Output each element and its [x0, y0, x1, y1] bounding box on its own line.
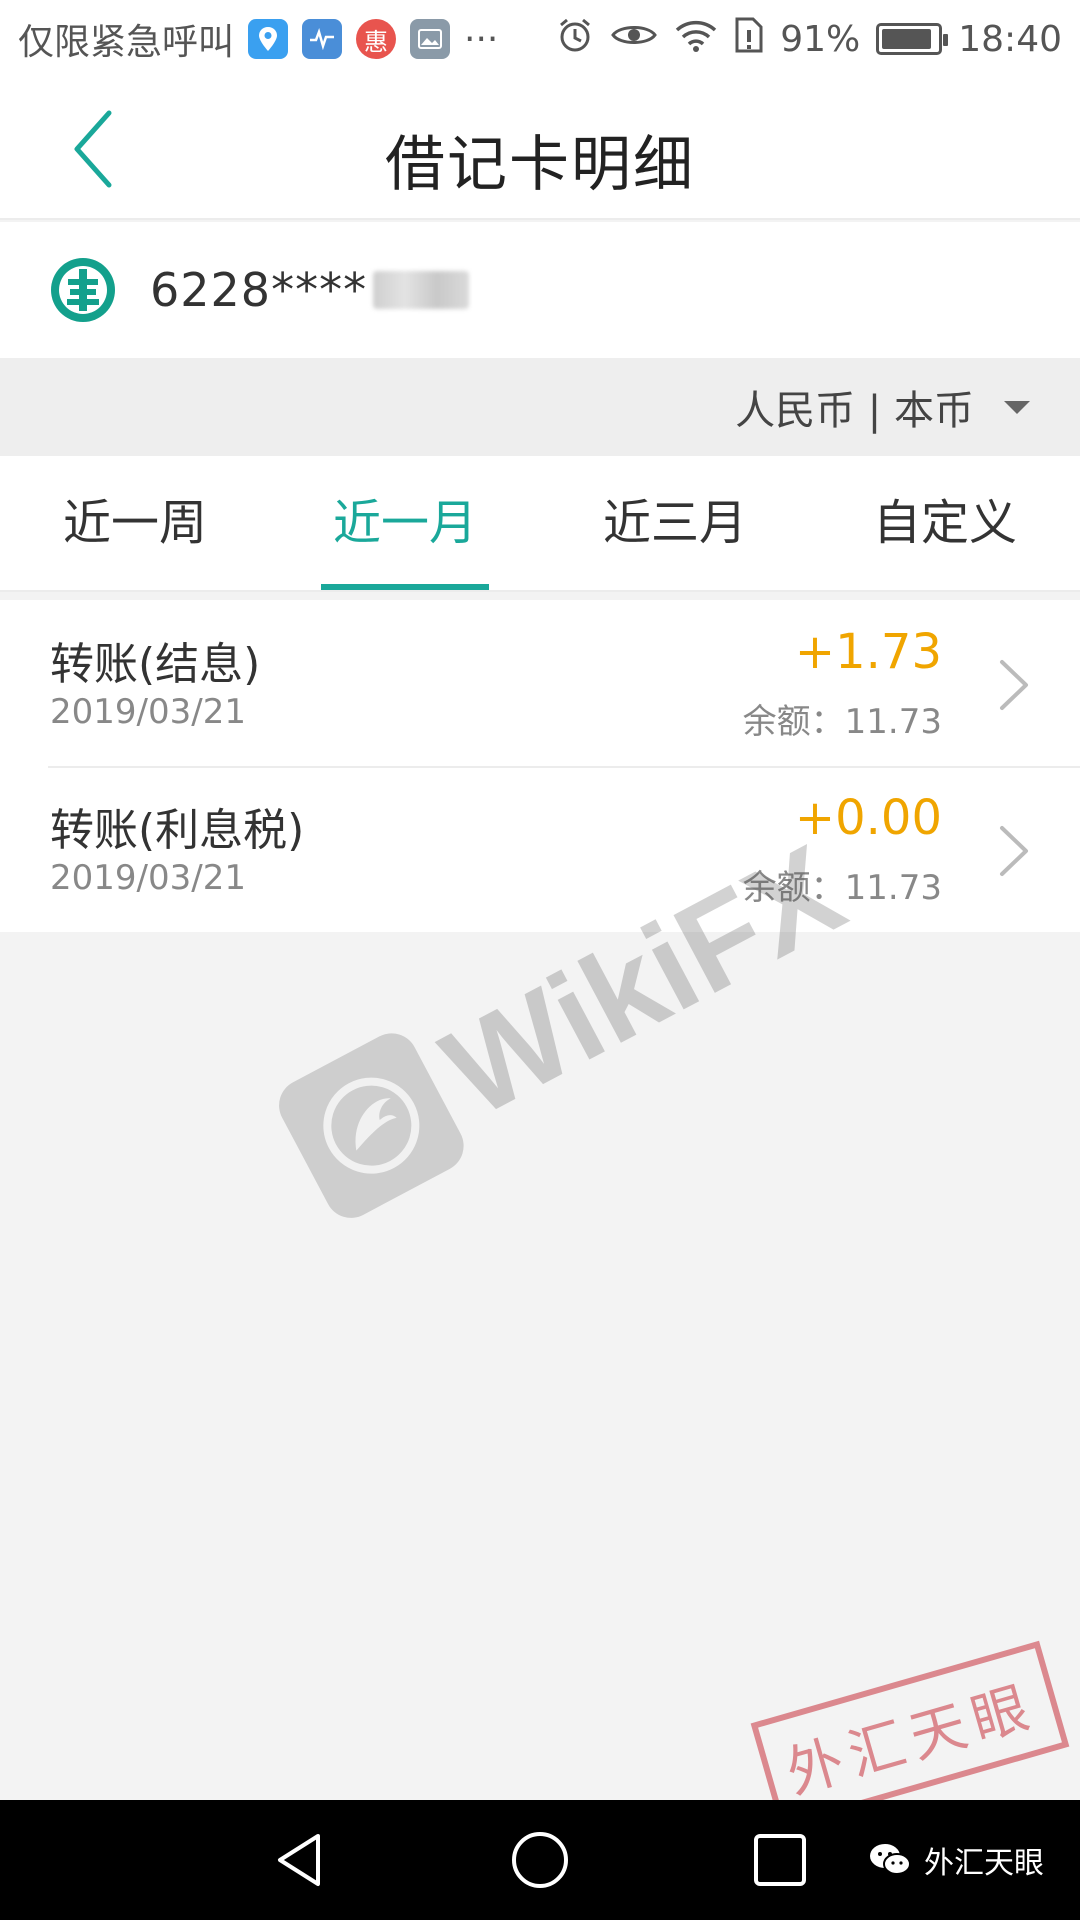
credit-text: 外汇天眼	[924, 1846, 1044, 1881]
page-title: 借记卡明细	[385, 130, 695, 200]
more-notifications-icon: ···	[464, 18, 499, 60]
system-nav-bar: 外汇天眼	[0, 1800, 1080, 1920]
alarm-icon	[556, 16, 594, 63]
currency-selector[interactable]: 人民币 | 本币	[0, 358, 1080, 456]
transaction-row[interactable]: 转账(利息税) 2019/03/21 +0.00 余额：11.73	[0, 766, 1080, 932]
account-selector[interactable]: 6228****	[0, 222, 1080, 358]
transaction-amount: +0.00	[794, 790, 942, 846]
chevron-right-icon	[1000, 660, 1028, 710]
battery-percent: 91%	[780, 18, 861, 60]
eagle-logo-icon	[269, 1024, 473, 1228]
transaction-amount: +1.73	[794, 624, 942, 680]
caret-down-icon	[1004, 400, 1030, 414]
currency-label: 人民币 | 本币	[735, 388, 974, 434]
transaction-date: 2019/03/21	[50, 692, 246, 732]
app-header: 借记卡明细	[0, 78, 1080, 220]
transaction-name: 转账(结息)	[50, 639, 261, 690]
card-number-masked	[373, 271, 470, 309]
nav-back-icon[interactable]	[268, 1828, 332, 1892]
tab-month[interactable]: 近一月	[270, 456, 540, 590]
tab-custom[interactable]: 自定义	[810, 456, 1080, 590]
carrier-text: 仅限紧急呼叫	[18, 22, 235, 63]
nav-recents-icon[interactable]	[748, 1828, 812, 1892]
period-tabs: 近一周 近一月 近三月 自定义	[0, 456, 1080, 592]
transaction-balance: 余额：11.73	[742, 868, 942, 908]
location-app-icon	[248, 19, 289, 59]
wifi-icon	[674, 18, 718, 61]
health-app-icon	[302, 19, 343, 59]
tab-week[interactable]: 近一周	[0, 456, 270, 590]
battery-icon	[876, 23, 949, 55]
nav-home-icon[interactable]	[508, 1828, 572, 1892]
transaction-row[interactable]: 转账(结息) 2019/03/21 +1.73 余额：11.73	[0, 600, 1080, 766]
battery-level	[882, 29, 932, 49]
hui-app-icon: 惠	[356, 19, 397, 59]
tab-three-months[interactable]: 近三月	[540, 456, 810, 590]
hui-app-icon-label: 惠	[364, 27, 389, 56]
card-number-text: 6228****	[150, 263, 368, 317]
gallery-app-icon	[410, 19, 451, 59]
chevron-right-icon	[1000, 826, 1028, 876]
transaction-balance: 余额：11.73	[742, 702, 942, 742]
transaction-date: 2019/03/21	[50, 858, 246, 898]
sim-alert-icon	[734, 16, 764, 63]
eye-comfort-icon	[610, 19, 658, 60]
status-bar: 仅限紧急呼叫 惠 ··· 91% 18:40	[0, 0, 1080, 78]
clock: 18:40	[958, 18, 1062, 60]
wechat-icon	[870, 1844, 911, 1875]
card-number: 6228****	[150, 263, 470, 317]
transaction-list: 转账(结息) 2019/03/21 +1.73 余额：11.73 转账(利息税)…	[0, 600, 1080, 932]
bank-logo-icon	[51, 258, 115, 322]
source-credit: 外汇天眼	[868, 1838, 1044, 1882]
transaction-name: 转账(利息税)	[50, 805, 305, 856]
